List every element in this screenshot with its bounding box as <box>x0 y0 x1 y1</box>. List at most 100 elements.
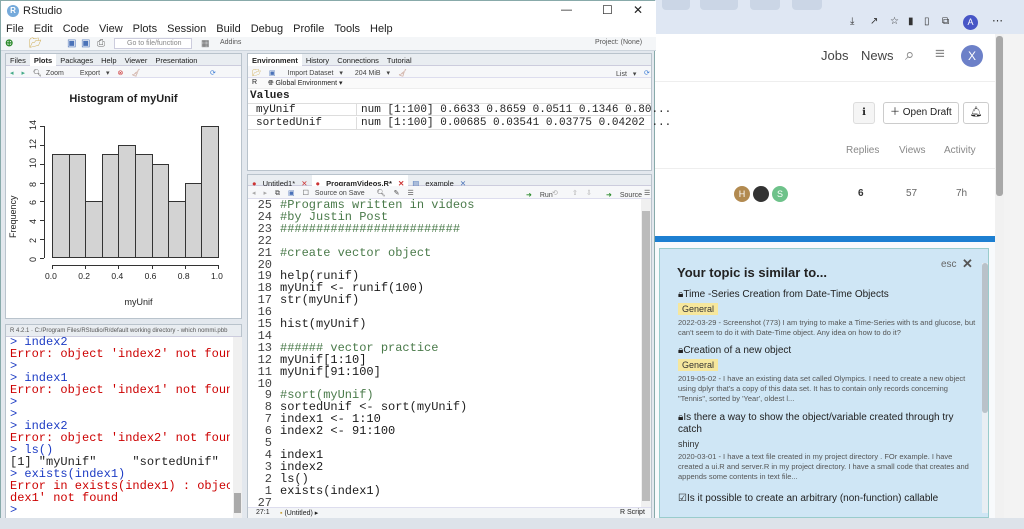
category-tag[interactable]: shiny <box>678 439 978 449</box>
more-menu-icon[interactable]: ⋯ <box>992 14 1004 28</box>
memory-usage[interactable]: 204 MiB ▾ <box>347 66 394 77</box>
save-workspace-icon[interactable]: ▣ <box>265 67 280 77</box>
code-line[interactable]: 23 ######################### <box>248 223 628 235</box>
activity-time[interactable]: 7h <box>956 188 967 199</box>
browser-tab[interactable] <box>750 0 780 10</box>
file-type-select[interactable]: R Script <box>620 509 645 516</box>
close-icon[interactable]: ✕ <box>962 256 973 272</box>
tab-history[interactable]: History <box>302 54 333 66</box>
outline-icon[interactable]: ☰ <box>403 187 417 197</box>
find-icon[interactable]: 🔍︎ <box>373 187 390 197</box>
browser-tab[interactable] <box>700 0 738 10</box>
code-line[interactable]: 21 #create vector object <box>248 247 628 259</box>
menu-code[interactable]: Code <box>58 21 94 35</box>
profile-avatar[interactable]: A <box>963 15 978 30</box>
open-file-icon[interactable]: 📂︎ <box>29 38 42 49</box>
extensions-icon[interactable]: ▮ <box>908 16 920 28</box>
addins-menu[interactable]: Addins <box>220 39 241 46</box>
code-line[interactable]: 1 exists(index1) <box>248 485 628 497</box>
code-line[interactable]: 12 myUnif[1:10] <box>248 354 628 366</box>
menu-profile[interactable]: Profile <box>288 21 329 35</box>
console-output[interactable]: > index2 Error: object 'index2' not found… <box>10 336 230 518</box>
code-line[interactable]: 6 index2 <- 91:100 <box>248 425 628 437</box>
source-on-save-checkbox[interactable]: ☐ Source on Save <box>299 186 373 197</box>
project-menu[interactable]: Project: (None) <box>595 39 642 46</box>
forward-arrow-icon[interactable]: ▸ <box>18 67 30 77</box>
topic-title[interactable]: Is there a way to show the object/variab… <box>678 412 953 435</box>
browser-tab[interactable] <box>792 0 822 10</box>
menu-build[interactable]: Build <box>211 21 245 35</box>
hamburger-menu-icon[interactable]: ≡ <box>935 44 945 64</box>
broom-icon[interactable]: 🧹︎ <box>394 67 411 77</box>
up-icon[interactable]: ⇧ <box>568 187 582 197</box>
open-draft-button[interactable]: ＋ Open Draft <box>883 102 959 124</box>
zoom-button[interactable]: 🔍︎ Zoom <box>29 66 72 77</box>
editor-scrollbar-thumb[interactable] <box>642 211 650 501</box>
tab-viewer[interactable]: Viewer <box>121 54 152 66</box>
info-icon[interactable]: ℹ <box>853 102 875 124</box>
save-all-icon[interactable]: ▣ <box>81 38 90 49</box>
topic-title[interactable]: Creation of a new object <box>683 345 791 356</box>
topic-title[interactable]: Time -Series Creation from Date-Time Obj… <box>683 289 888 300</box>
tab-files[interactable]: Files <box>6 54 30 66</box>
nav-news[interactable]: News <box>861 48 894 63</box>
close-window-icon[interactable]: ✕ <box>633 3 643 17</box>
grid-icon[interactable]: ▦ <box>201 38 210 49</box>
editor-scrollbar[interactable] <box>641 199 651 507</box>
code-line[interactable]: 17 str(myUnif) <box>248 294 628 306</box>
import-dataset-button[interactable]: Import Dataset ▾ <box>280 66 347 77</box>
category-tag[interactable]: General <box>678 359 719 371</box>
magic-wand-icon[interactable]: ✎ <box>390 187 404 197</box>
menu-file[interactable]: File <box>1 21 29 35</box>
topic-title[interactable]: Is it possible to create an arbitrary (n… <box>687 493 938 504</box>
code-line[interactable]: 11 myUnif[91:100] <box>248 366 628 378</box>
remove-plot-icon[interactable]: ⊗ <box>114 67 128 77</box>
save-icon[interactable]: ▣ <box>284 187 299 197</box>
popup-scrollbar[interactable] <box>982 263 988 513</box>
refresh-icon[interactable]: ⟳ <box>206 67 220 77</box>
maximize-icon[interactable]: ☐ <box>602 3 613 17</box>
back-arrow-icon[interactable]: ◂ <box>6 67 18 77</box>
menu-tools[interactable]: Tools <box>329 21 365 35</box>
code-line[interactable]: 15 hist(myUnif) <box>248 318 628 330</box>
similar-topic[interactable]: 🔒︎Is there a way to show the object/vari… <box>678 412 978 482</box>
menu-session[interactable]: Session <box>162 21 211 35</box>
env-row[interactable]: myUnif num [1:100] 0.6633 0.8659 0.0511 … <box>248 103 671 116</box>
user-avatar[interactable]: X <box>961 45 983 67</box>
similar-topic[interactable]: 🔒︎Time -Series Creation from Date-Time O… <box>678 289 978 338</box>
menu-help[interactable]: Help <box>365 21 398 35</box>
forward-arrow-icon[interactable]: ▸ <box>260 187 272 197</box>
language-select[interactable]: R <box>252 79 257 86</box>
export-button[interactable]: Export ▾ <box>72 66 114 77</box>
back-arrow-icon[interactable]: ◂ <box>248 187 260 197</box>
notification-bell-icon[interactable]: 🔔︎ <box>963 102 989 124</box>
env-row[interactable]: sortedUnif num [1:100] 0.00685 0.03541 0… <box>248 117 671 130</box>
browser-tab[interactable] <box>662 0 690 10</box>
print-icon[interactable]: ⎙ <box>97 38 105 49</box>
collections-icon[interactable]: ⧉ <box>942 16 954 28</box>
menu-debug[interactable]: Debug <box>246 21 288 35</box>
similar-topic[interactable]: 🔒︎Creation of a new object General 2019-… <box>678 345 978 404</box>
tab-connections[interactable]: Connections <box>333 54 383 66</box>
tab-help[interactable]: Help <box>97 54 120 66</box>
category-tag[interactable]: General <box>678 303 719 315</box>
star-icon[interactable]: ☆ <box>890 16 902 28</box>
scrollbar[interactable] <box>995 34 1004 518</box>
open-folder-icon[interactable]: 📂︎ <box>248 67 265 77</box>
poster-avatar[interactable]: S <box>772 186 788 202</box>
refresh-icon[interactable]: ⟳ <box>640 67 654 77</box>
tab-plots[interactable]: Plots <box>29 54 57 66</box>
code-line[interactable]: 22 <box>248 235 628 247</box>
function-scope[interactable]: ▪ (Untitled) ▸ <box>280 509 318 517</box>
menu-plots[interactable]: Plots <box>128 21 162 35</box>
broom-icon[interactable]: 🧹︎ <box>127 67 144 77</box>
code-area[interactable]: 25 #Programs written in videos 24 #by Justi… <box>248 199 640 509</box>
popup-scrollbar-thumb[interactable] <box>982 263 988 413</box>
poster-avatar[interactable] <box>753 186 769 202</box>
tab-presentation[interactable]: Presentation <box>151 54 201 66</box>
menu-view[interactable]: View <box>94 21 128 35</box>
down-icon[interactable]: ⇩ <box>582 187 596 197</box>
tab-tutorial[interactable]: Tutorial <box>383 54 416 66</box>
goto-file-input[interactable]: Go to file/function <box>114 38 192 49</box>
minimize-icon[interactable]: — <box>561 4 572 16</box>
